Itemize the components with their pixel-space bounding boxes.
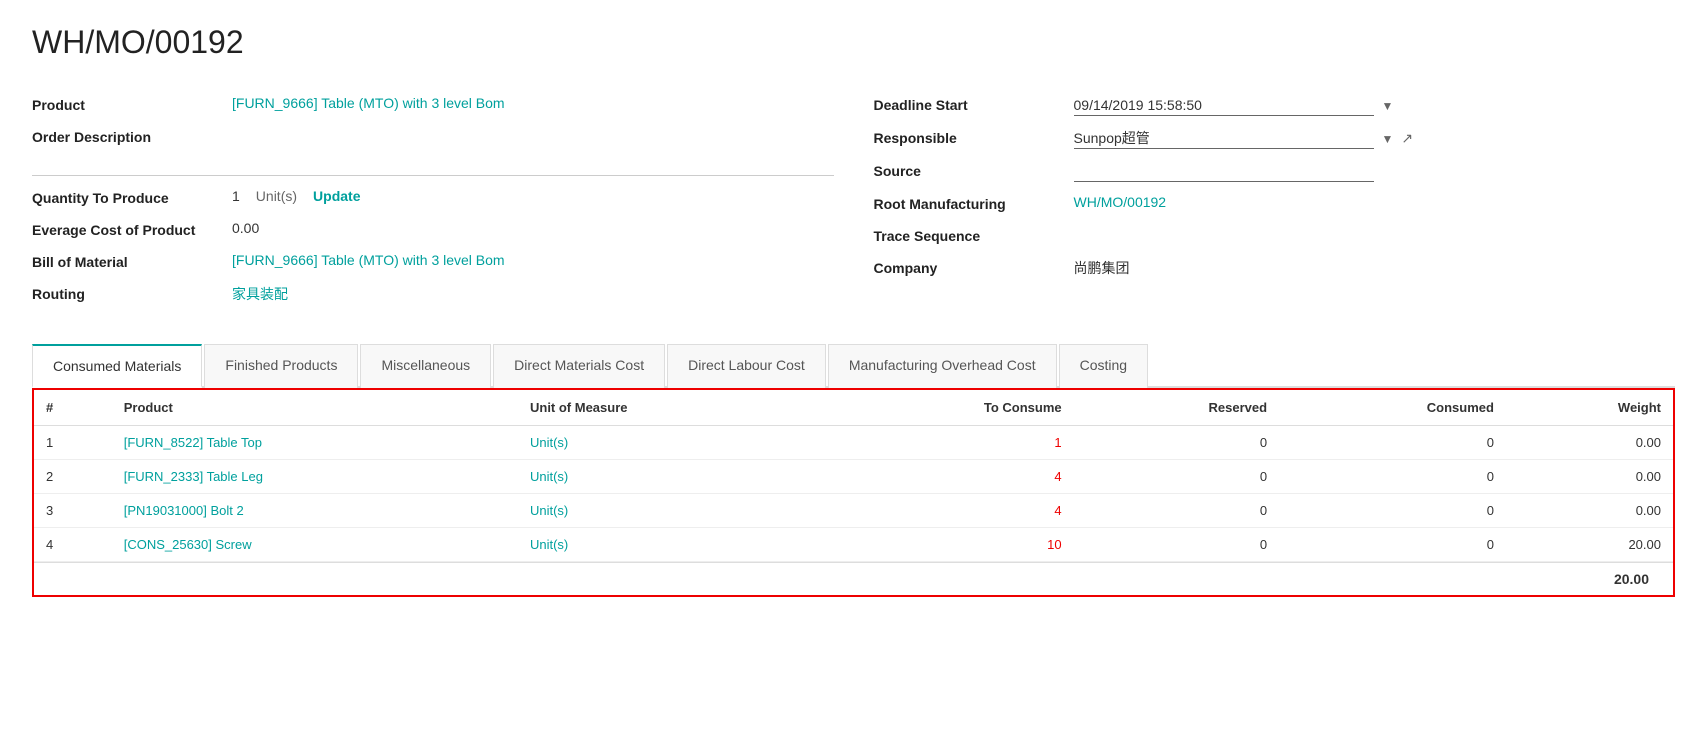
bill-value[interactable]: [FURN_9666] Table (MTO) with 3 level Bom [232, 252, 834, 268]
cell-uom: Unit(s) [518, 426, 820, 460]
cell-to-consume: 1 [820, 426, 1073, 460]
cell-consumed: 0 [1279, 460, 1506, 494]
product-label: Product [32, 95, 232, 113]
col-to-consume: To Consume [820, 390, 1073, 426]
col-uom: Unit of Measure [518, 390, 820, 426]
company-value: 尚鹏集团 [1074, 258, 1676, 278]
cell-uom: Unit(s) [518, 494, 820, 528]
quantity-label: Quantity To Produce [32, 188, 232, 206]
update-button[interactable]: Update [313, 188, 360, 204]
page-title: WH/MO/00192 [32, 24, 1675, 61]
cell-product[interactable]: [PN19031000] Bolt 2 [112, 494, 518, 528]
col-num: # [34, 390, 112, 426]
cell-reserved: 0 [1074, 494, 1279, 528]
deadline-input[interactable] [1074, 95, 1374, 116]
cell-weight: 0.00 [1506, 494, 1673, 528]
tab-miscellaneous[interactable]: Miscellaneous [360, 344, 491, 388]
cell-reserved: 0 [1074, 426, 1279, 460]
everage-cost-label: Everage Cost of Product [32, 220, 232, 238]
table-row: 4 [CONS_25630] Screw Unit(s) 10 0 0 20.0… [34, 528, 1673, 562]
tab-manufacturing-overhead-cost[interactable]: Manufacturing Overhead Cost [828, 344, 1057, 388]
cell-weight: 20.00 [1506, 528, 1673, 562]
responsible-dropdown-icon[interactable]: ▼ [1382, 132, 1394, 146]
cell-product[interactable]: [FURN_8522] Table Top [112, 426, 518, 460]
total-row: 20.00 [34, 562, 1673, 595]
routing-value[interactable]: 家具装配 [232, 284, 834, 304]
cell-num: 3 [34, 494, 112, 528]
tab-direct-labour-cost[interactable]: Direct Labour Cost [667, 344, 826, 388]
cell-weight: 0.00 [1506, 460, 1673, 494]
tabs-container: Consumed Materials Finished Products Mis… [32, 342, 1675, 388]
consumed-materials-table: # Product Unit of Measure To Consume Res… [34, 390, 1673, 562]
cell-num: 1 [34, 426, 112, 460]
col-reserved: Reserved [1074, 390, 1279, 426]
cell-to-consume: 4 [820, 460, 1073, 494]
col-product: Product [112, 390, 518, 426]
cell-num: 2 [34, 460, 112, 494]
cell-consumed: 0 [1279, 426, 1506, 460]
order-description-label: Order Description [32, 127, 232, 145]
cell-to-consume: 10 [820, 528, 1073, 562]
cell-weight: 0.00 [1506, 426, 1673, 460]
trace-label: Trace Sequence [874, 226, 1074, 244]
root-mfg-value[interactable]: WH/MO/00192 [1074, 194, 1676, 210]
company-label: Company [874, 258, 1074, 276]
responsible-external-icon[interactable]: ↗ [1401, 130, 1413, 147]
responsible-input[interactable] [1074, 128, 1374, 149]
cell-reserved: 0 [1074, 460, 1279, 494]
table-row: 1 [FURN_8522] Table Top Unit(s) 1 0 0 0.… [34, 426, 1673, 460]
source-label: Source [874, 161, 1074, 179]
bill-label: Bill of Material [32, 252, 232, 270]
table-row: 2 [FURN_2333] Table Leg Unit(s) 4 0 0 0.… [34, 460, 1673, 494]
quantity-unit: Unit(s) [256, 188, 297, 204]
cell-num: 4 [34, 528, 112, 562]
cell-uom: Unit(s) [518, 460, 820, 494]
col-weight: Weight [1506, 390, 1673, 426]
cell-product[interactable]: [CONS_25630] Screw [112, 528, 518, 562]
col-consumed: Consumed [1279, 390, 1506, 426]
tab-finished-products[interactable]: Finished Products [204, 344, 358, 388]
deadline-label: Deadline Start [874, 95, 1074, 113]
cell-product[interactable]: [FURN_2333] Table Leg [112, 460, 518, 494]
deadline-dropdown-icon[interactable]: ▼ [1382, 99, 1394, 113]
source-input[interactable] [1074, 161, 1374, 182]
tab-costing[interactable]: Costing [1059, 344, 1148, 388]
cell-consumed: 0 [1279, 494, 1506, 528]
tab-direct-materials-cost[interactable]: Direct Materials Cost [493, 344, 665, 388]
root-mfg-label: Root Manufacturing [874, 194, 1074, 212]
everage-cost-value: 0.00 [232, 220, 834, 236]
cell-consumed: 0 [1279, 528, 1506, 562]
routing-label: Routing [32, 284, 232, 302]
product-value[interactable]: [FURN_9666] Table (MTO) with 3 level Bom [232, 95, 834, 111]
quantity-value: 1 [232, 188, 240, 204]
total-value: 20.00 [1614, 571, 1649, 587]
cell-to-consume: 4 [820, 494, 1073, 528]
cell-uom: Unit(s) [518, 528, 820, 562]
tab-consumed-materials[interactable]: Consumed Materials [32, 344, 202, 388]
table-row: 3 [PN19031000] Bolt 2 Unit(s) 4 0 0 0.00 [34, 494, 1673, 528]
consumed-materials-table-wrapper: # Product Unit of Measure To Consume Res… [32, 388, 1675, 597]
cell-reserved: 0 [1074, 528, 1279, 562]
responsible-label: Responsible [874, 128, 1074, 146]
